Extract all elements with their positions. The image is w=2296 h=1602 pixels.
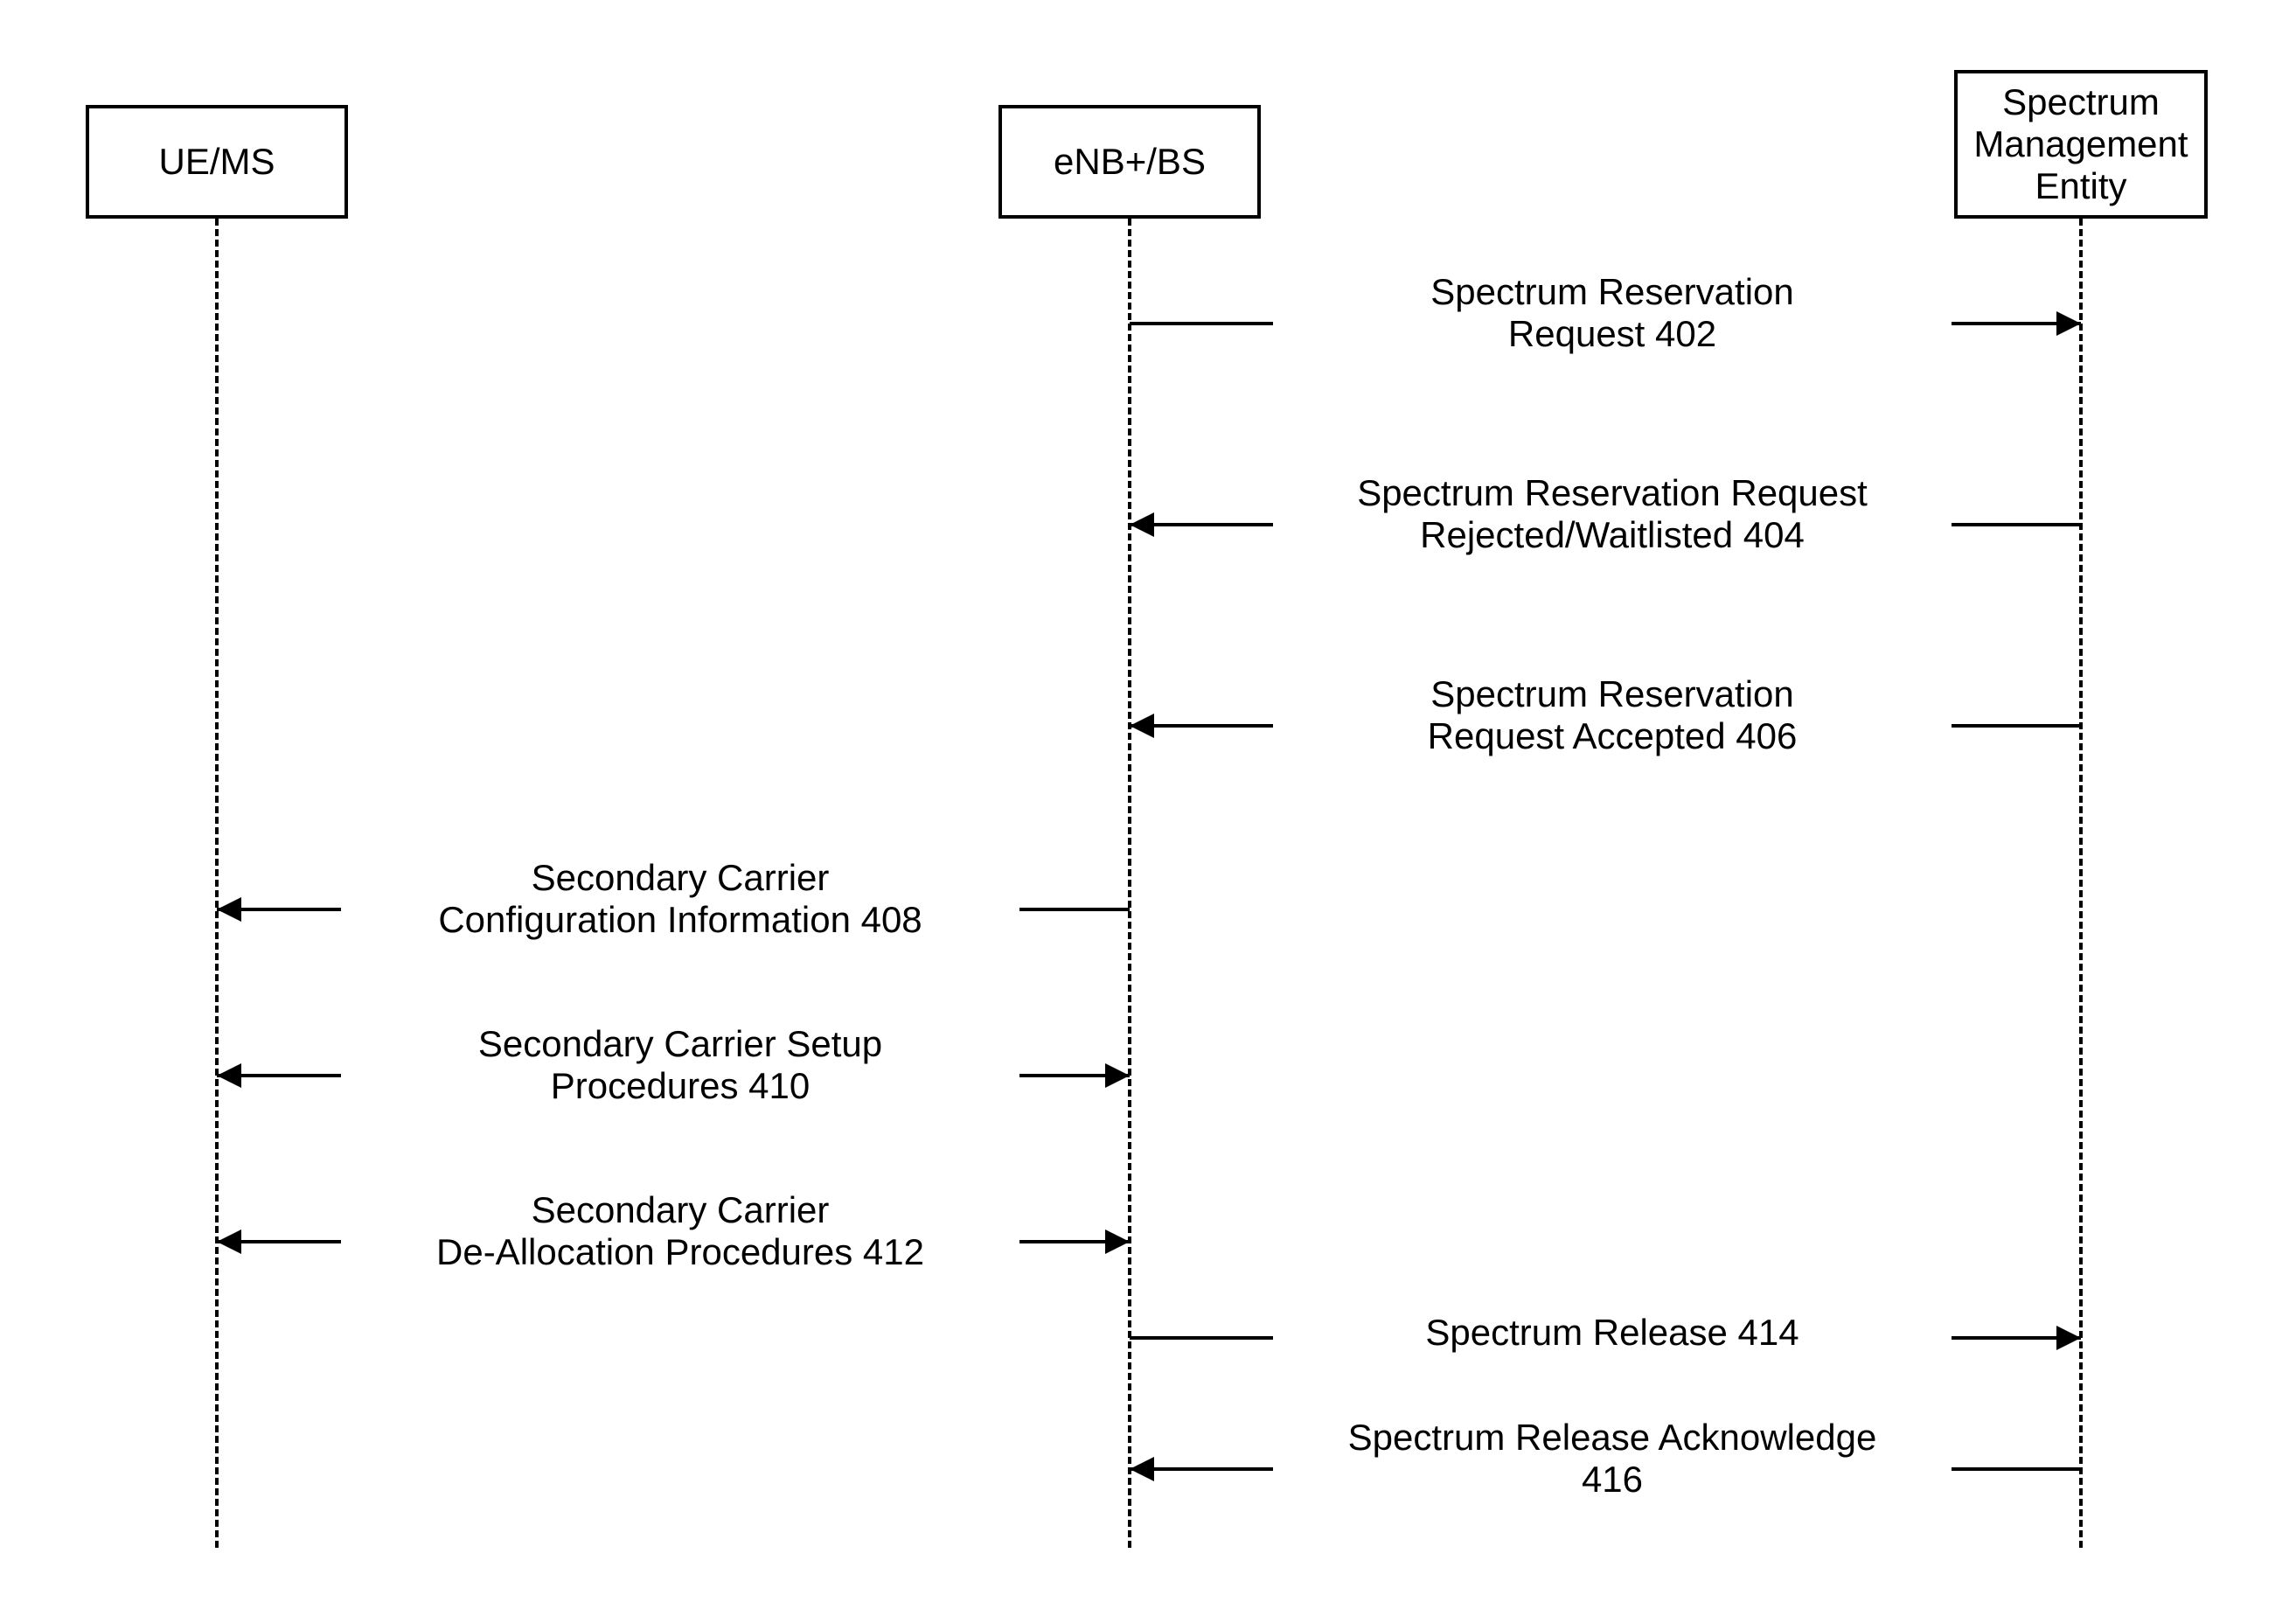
msg414-label: Spectrum Release 414 [1273,1312,1952,1354]
msg416-label: Spectrum Release Acknowledge 416 [1273,1417,1952,1501]
msg404-label: Spectrum Reservation Request Rejected/Wa… [1273,472,1952,557]
msg404-arrow-left [1130,512,1154,537]
msg416-arrow-left [1130,1457,1154,1481]
msg412-arrow-left [217,1229,241,1254]
msg410-arrow-right [1105,1063,1130,1088]
msg410-label: Secondary Carrier Setup Procedures 410 [341,1023,1019,1108]
lifeline-ue [215,219,219,1548]
actor-ue: UE/MS [86,105,348,219]
msg406-label: Spectrum Reservation Request Accepted 40… [1273,673,1952,758]
actor-enb: eNB+/BS [998,105,1261,219]
msg410-arrow-left [217,1063,241,1088]
msg402-arrow-right [2056,311,2081,336]
msg412-label: Secondary Carrier De-Allocation Procedur… [341,1189,1019,1274]
msg412-arrow-right [1105,1229,1130,1254]
msg406-arrow-left [1130,714,1154,738]
msg408-arrow-left [217,897,241,922]
sequence-diagram: UE/MSeNB+/BSSpectrum Management EntitySp… [0,0,2296,1602]
lifeline-enb [1128,219,1131,1548]
msg402-label: Spectrum Reservation Request 402 [1273,271,1952,356]
msg414-arrow-right [2056,1326,2081,1350]
actor-sme: Spectrum Management Entity [1954,70,2208,219]
msg408-label: Secondary Carrier Configuration Informat… [341,857,1019,942]
